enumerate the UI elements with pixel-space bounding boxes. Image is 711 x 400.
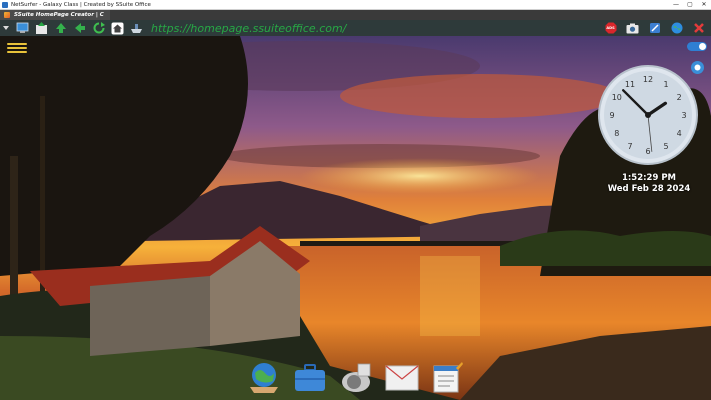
forward-icon[interactable] [73, 22, 86, 35]
pen-icon[interactable] [648, 22, 661, 35]
clock-numeral: 10 [612, 93, 622, 102]
camera-icon[interactable] [626, 22, 639, 35]
clock-numeral: 1 [663, 80, 668, 89]
app-icon [2, 1, 8, 8]
tab-label: SSuite HomePage Creator | C [14, 12, 104, 18]
close-icon[interactable] [692, 22, 705, 35]
briefcase-app-icon[interactable] [292, 360, 328, 396]
clock-numeral: 12 [643, 75, 653, 84]
clock-time: 1:52:29 PM [621, 173, 677, 183]
clock-numeral: 11 [625, 80, 635, 89]
app-dock [246, 360, 476, 398]
globe-icon[interactable] [670, 22, 683, 35]
adblock-icon[interactable]: ADS [604, 22, 617, 35]
back-icon[interactable] [54, 22, 67, 35]
maximize-button[interactable]: ▢ [683, 0, 697, 9]
window-titlebar: NetSurfer - Galaxy Class | Created by SS… [0, 0, 711, 10]
mail-app-icon[interactable] [384, 360, 420, 396]
clock-numeral: 5 [663, 142, 668, 151]
upload-icon[interactable] [35, 21, 48, 35]
refresh-icon[interactable] [92, 22, 105, 35]
analog-clock: 1 2 3 4 5 6 7 8 9 10 11 12 [597, 64, 699, 166]
tab-strip: SSuite HomePage Creator | C [0, 10, 711, 20]
browser-toolbar: https://homepage.ssuiteoffice.com/ ADS [0, 20, 711, 36]
clock-numeral: 2 [677, 93, 682, 102]
window-close-button[interactable]: ✕ [697, 0, 711, 9]
tab-homepage-creator[interactable]: SSuite HomePage Creator | C [0, 10, 110, 20]
clock-numeral: 9 [609, 111, 614, 120]
globe-app-icon[interactable] [246, 360, 282, 396]
hamburger-menu-icon[interactable] [7, 43, 27, 55]
minimize-button[interactable]: — [669, 0, 683, 9]
clock-numeral: 4 [677, 129, 682, 138]
tab-arrow-icon[interactable] [2, 22, 10, 35]
ship-icon[interactable] [130, 22, 143, 35]
clock-numeral: 6 [645, 147, 650, 156]
speaker-app-icon[interactable] [338, 360, 374, 396]
window-controls: — ▢ ✕ [669, 0, 711, 9]
clock-numeral: 8 [614, 129, 619, 138]
screen-icon[interactable] [16, 22, 29, 35]
clock-numeral: 7 [627, 142, 632, 151]
window-title: NetSurfer - Galaxy Class | Created by SS… [11, 1, 151, 8]
adblock-label: ADS [606, 26, 615, 30]
url-field[interactable]: https://homepage.ssuiteoffice.com/ [151, 22, 346, 35]
toolbar-right-group: ADS [595, 22, 705, 35]
homepage-creator-icon [4, 12, 10, 18]
clock-numeral: 3 [681, 111, 686, 120]
theme-toggle[interactable] [687, 42, 707, 51]
notepad-app-icon[interactable] [430, 360, 466, 396]
home-icon[interactable] [111, 22, 124, 35]
clock-date: Wed Feb 28 2024 [607, 184, 691, 194]
